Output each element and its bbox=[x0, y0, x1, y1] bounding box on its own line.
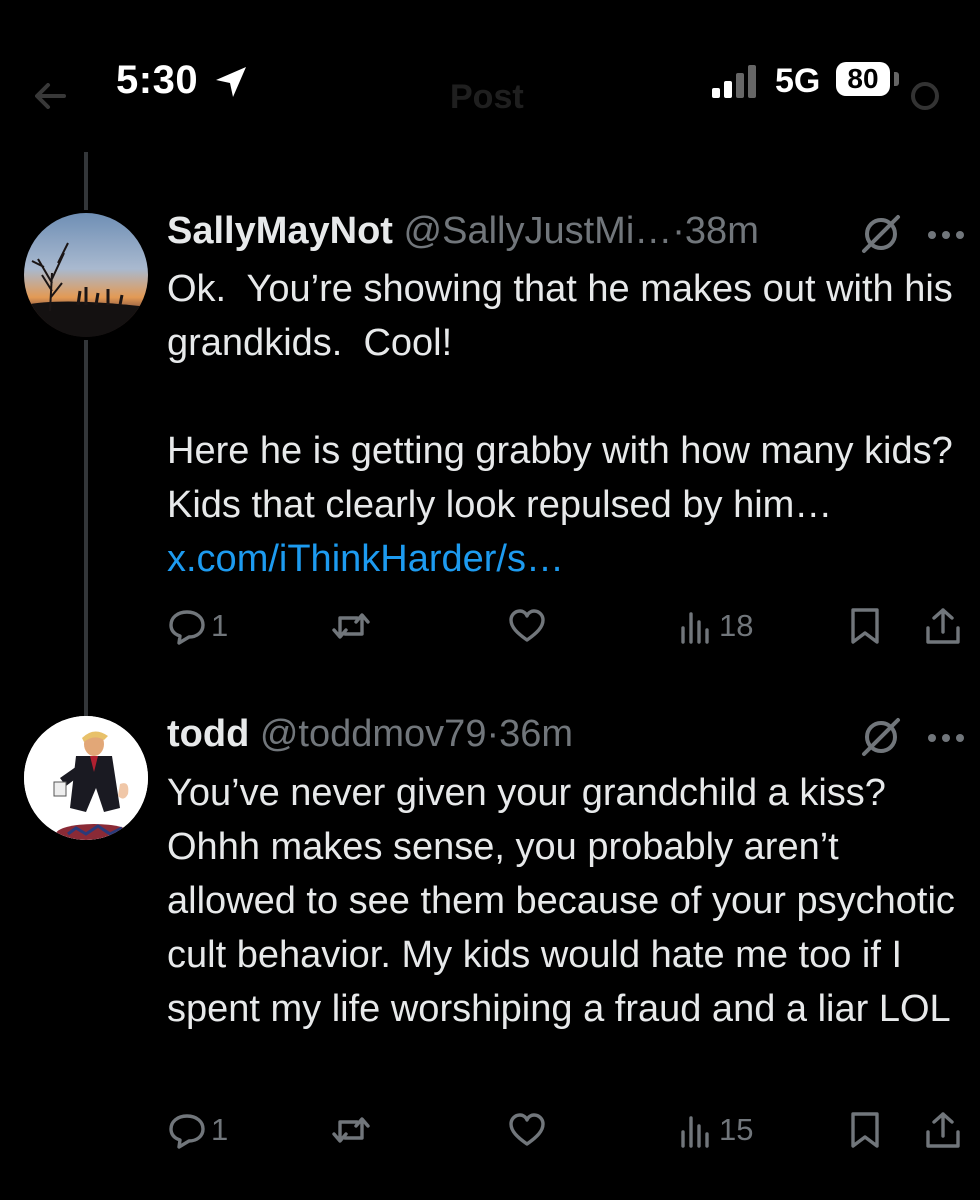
views-button[interactable]: 18 bbox=[675, 606, 753, 646]
repost-button[interactable] bbox=[331, 606, 371, 646]
like-icon bbox=[509, 609, 545, 642]
tweet-text: You’ve never given your grandchild a kis… bbox=[167, 766, 957, 1036]
like-button[interactable] bbox=[507, 606, 547, 646]
bookmark-button[interactable] bbox=[845, 606, 885, 646]
views-count: 15 bbox=[719, 1112, 754, 1147]
separator: · bbox=[486, 713, 500, 755]
reply-count: 1 bbox=[211, 608, 229, 643]
share-icon bbox=[926, 1112, 960, 1148]
tweet-link[interactable]: x.com/iThinkHarder/s… bbox=[167, 538, 564, 580]
thread-line bbox=[84, 152, 88, 210]
repost-icon bbox=[332, 1117, 370, 1143]
status-bar: Post 5:30 5G 80 bbox=[0, 0, 980, 160]
tweet-header: todd @toddmov79·36m bbox=[167, 713, 573, 756]
display-name[interactable]: todd bbox=[167, 713, 249, 755]
location-arrow-icon bbox=[216, 67, 246, 97]
avatar[interactable] bbox=[24, 716, 148, 840]
user-handle[interactable]: @toddmov79 bbox=[260, 713, 487, 755]
repost-icon bbox=[332, 613, 370, 639]
views-button[interactable]: 15 bbox=[675, 1110, 753, 1150]
bookmark-button[interactable] bbox=[845, 1110, 885, 1150]
like-button[interactable] bbox=[507, 1110, 547, 1150]
bookmark-icon bbox=[851, 1112, 879, 1148]
bookmark-icon bbox=[851, 608, 879, 644]
grok-icon[interactable] bbox=[860, 716, 902, 758]
tweet-actions: 1 15 bbox=[167, 1110, 967, 1158]
share-icon bbox=[926, 608, 960, 644]
timestamp[interactable]: 36m bbox=[499, 713, 573, 755]
tweet-body: Ok. You’re showing that he makes out wit… bbox=[167, 268, 953, 526]
reply-icon bbox=[169, 1114, 205, 1149]
header-title: Post bbox=[450, 78, 524, 116]
signal-icon bbox=[712, 65, 756, 98]
views-icon bbox=[681, 1116, 709, 1148]
timestamp[interactable]: 38m bbox=[685, 210, 759, 252]
tweet-body: You’ve never given your grandchild a kis… bbox=[167, 772, 966, 1030]
avatar-figure-image bbox=[24, 716, 148, 840]
reply-button[interactable]: 1 bbox=[167, 606, 228, 646]
status-time: 5:30 bbox=[116, 58, 199, 102]
display-name[interactable]: SallyMayNot bbox=[167, 210, 393, 252]
tweet-header: SallyMayNot @SallyJustMi…·38m bbox=[167, 210, 759, 253]
back-arrow-icon[interactable] bbox=[30, 76, 70, 116]
avatar-sunset-image bbox=[24, 213, 148, 337]
repost-button[interactable] bbox=[331, 1110, 371, 1150]
settings-icon[interactable] bbox=[905, 76, 945, 116]
views-count: 18 bbox=[719, 608, 754, 643]
reply-count: 1 bbox=[211, 1112, 229, 1147]
reply-button[interactable]: 1 bbox=[167, 1110, 228, 1150]
more-icon[interactable] bbox=[926, 229, 966, 241]
share-button[interactable] bbox=[923, 1110, 963, 1150]
avatar[interactable] bbox=[24, 213, 148, 337]
network-type: 5G bbox=[775, 62, 821, 100]
separator: · bbox=[672, 210, 685, 252]
more-icon[interactable] bbox=[926, 732, 966, 744]
views-icon bbox=[681, 612, 709, 644]
share-button[interactable] bbox=[923, 606, 963, 646]
tweet-actions: 1 18 bbox=[167, 606, 967, 654]
thread-line bbox=[84, 340, 88, 718]
reply-icon bbox=[169, 610, 205, 645]
battery-tip bbox=[894, 72, 899, 86]
tweet-text: Ok. You’re showing that he makes out wit… bbox=[167, 262, 957, 586]
battery-indicator: 80 bbox=[836, 62, 890, 96]
user-handle[interactable]: @SallyJustMi… bbox=[404, 210, 673, 252]
grok-icon[interactable] bbox=[860, 213, 902, 255]
like-icon bbox=[509, 1113, 545, 1146]
